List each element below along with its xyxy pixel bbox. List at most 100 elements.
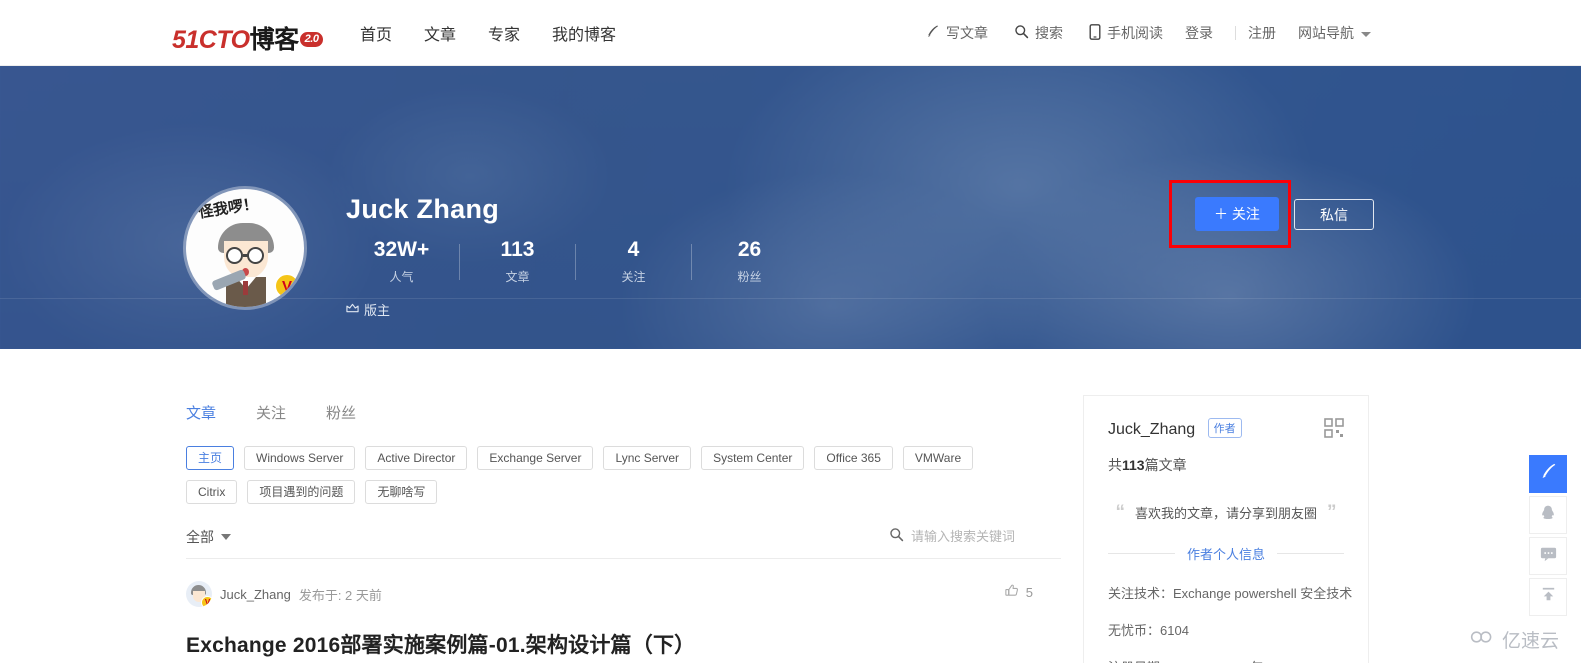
top-navigation-bar: 51CTO博客 2.0 首页 文章 专家 我的博客 写文章 搜索 手机阅读 登录… [0,0,1581,66]
tag-exchange-server[interactable]: Exchange Server [477,446,594,470]
chevron-down-icon [1361,31,1371,37]
main-menu: 首页 文章 专家 我的博客 [360,0,616,66]
author-card-header: Juck_Zhang 作者 [1108,418,1344,443]
nav-item-my-blog[interactable]: 我的博客 [552,21,616,45]
tag-office-365[interactable]: Office 365 [814,446,893,470]
private-message-button[interactable]: 私信 [1294,199,1374,230]
verified-badge-icon: V [201,596,212,607]
site-nav-dropdown[interactable]: 网站导航 [1298,23,1371,43]
floating-comment-button[interactable] [1529,537,1567,575]
article-title[interactable]: Exchange 2016部署实施案例篇-01.架构设计篇（下） [186,629,1061,659]
tag-system-center[interactable]: System Center [701,446,805,470]
quote-open-icon: “ [1115,502,1125,523]
left-column: 文章 关注 粉丝 主页 Windows Server Active Direct… [186,349,1061,659]
site-logo[interactable]: 51CTO博客 2.0 [172,20,324,56]
author-avatar[interactable]: V [186,581,212,607]
count-suffix: 篇文章 [1144,457,1187,473]
author-info-tech: 关注技术：Exchange powershell 安全技术 [1108,586,1353,601]
tag-lync-server[interactable]: Lync Server [603,446,692,470]
author-info-list: 关注技术：Exchange powershell 安全技术 无忧币：6104 注… [1108,583,1353,663]
filter-dropdown-label: 全部 [186,528,214,545]
tag-home[interactable]: 主页 [186,446,235,470]
register-link[interactable]: 注册 [1248,23,1276,43]
search-input[interactable] [911,529,1061,544]
stat-label: 关注 [621,270,646,284]
author-role-tag: 作者 [1207,418,1242,438]
stat-followers[interactable]: 26 粉丝 [692,238,807,285]
article-meta: V Juck_Zhang 发布于: 2 天前 [186,581,1061,607]
search-button[interactable]: 搜索 [1014,23,1063,43]
tag-project-issues[interactable]: 项目遇到的问题 [247,480,356,504]
author-info-register-date: 注册日期：2014-03-04 4年 [1108,657,1344,663]
crown-icon [346,302,359,317]
floating-toolbar [1529,455,1567,619]
profile-stats: 32W+ 人气 113 文章 4 关注 26 粉丝 [344,238,807,285]
write-article-button[interactable]: 写文章 [925,23,988,43]
tag-filter-list: 主页 Windows Server Active Director Exchan… [186,446,1061,504]
filter-dropdown[interactable]: 全部 [186,527,231,547]
author-article-count: 共113篇文章 [1108,455,1344,475]
tab-articles[interactable]: 文章 [186,402,216,423]
status-badge-label: 版主 [364,303,391,318]
author-name[interactable]: Juck_Zhang [1108,421,1195,438]
pen-icon [925,24,940,42]
stat-articles[interactable]: 113 文章 [460,238,575,285]
phone-icon [1089,23,1101,43]
avatar-glasses-right [247,247,264,264]
mobile-read-button[interactable]: 手机阅读 [1089,23,1163,43]
author-info-divider-label[interactable]: 作者个人信息 [1187,544,1265,563]
like-count-value: 5 [1025,585,1033,600]
tag-misc-writing[interactable]: 无聊啥写 [365,480,438,504]
divider-line-right [1277,553,1345,554]
tag-row: Citrix 项目遇到的问题 无聊啥写 [186,480,1061,504]
qq-icon [1539,504,1557,527]
stat-following[interactable]: 4 关注 [576,238,691,285]
article-list-item: V Juck_Zhang 发布于: 2 天前 5 Exchange 2016部署… [186,581,1061,659]
follow-button[interactable]: ＋ 关注 [1195,197,1279,231]
nav-item-experts[interactable]: 专家 [488,21,520,45]
profile-username: Juck Zhang [346,194,500,224]
tag-active-director[interactable]: Active Director [365,446,468,470]
mobile-read-label: 手机阅读 [1107,25,1163,41]
back-to-top-icon [1539,585,1558,609]
stat-value: 4 [627,238,640,261]
tab-following[interactable]: 关注 [256,402,286,423]
floating-write-button[interactable] [1529,455,1567,493]
pen-icon [1539,462,1558,486]
watermark-text: 亿速云 [1501,631,1559,652]
floating-qq-button[interactable] [1529,496,1567,534]
article-like-count[interactable]: 5 [1004,583,1033,602]
avatar-tie [243,281,248,295]
stat-label: 文章 [505,270,530,284]
avatar[interactable]: 怪我啰！ V [186,189,304,307]
tag-citrix[interactable]: Citrix [186,480,238,504]
search-icon [1014,24,1029,42]
avatar-speech-bubble: 怪我啰！ [197,194,260,222]
profile-banner: 怪我啰！ V Juck Zhang 32W+ 人气 113 文章 4 关注 26… [0,66,1581,349]
article-author[interactable]: Juck_Zhang [220,587,291,602]
author-info-coins: 无忧币：6104 [1108,623,1189,638]
author-quote-text: 喜欢我的文章，请分享到朋友圈 [1134,506,1317,521]
count-number: 113 [1122,457,1145,473]
qr-code-icon[interactable] [1324,418,1344,443]
author-info-divider: 作者个人信息 [1108,544,1345,563]
thumbs-up-icon [1004,583,1020,602]
stat-value: 26 [737,238,762,261]
top-right-navigation: 写文章 搜索 手机阅读 登录 注册 网站导航 [899,0,1371,66]
stat-value: 32W+ [373,238,430,261]
login-link[interactable]: 登录 [1185,23,1213,43]
nav-item-articles[interactable]: 文章 [424,21,456,45]
stat-label: 人气 [389,270,414,284]
nav-item-home[interactable]: 首页 [360,21,392,45]
cloud-icon [1470,629,1496,651]
stat-popularity[interactable]: 32W+ 人气 [344,238,459,285]
page-root: 51CTO博客 2.0 首页 文章 专家 我的博客 写文章 搜索 手机阅读 登录… [0,0,1581,663]
verified-badge-icon: V [274,273,300,299]
logo-version-badge: 2.0 [299,32,324,47]
back-to-top-button[interactable] [1529,578,1567,616]
tag-windows-server[interactable]: Windows Server [244,446,356,470]
author-card: Juck_Zhang 作者 共113篇文章 “ 喜欢我的文章，请分享到朋友圈 ”… [1083,395,1369,663]
search-icon [889,527,904,547]
tag-vmware[interactable]: VMWare [902,446,974,470]
tab-followers[interactable]: 粉丝 [326,402,356,423]
